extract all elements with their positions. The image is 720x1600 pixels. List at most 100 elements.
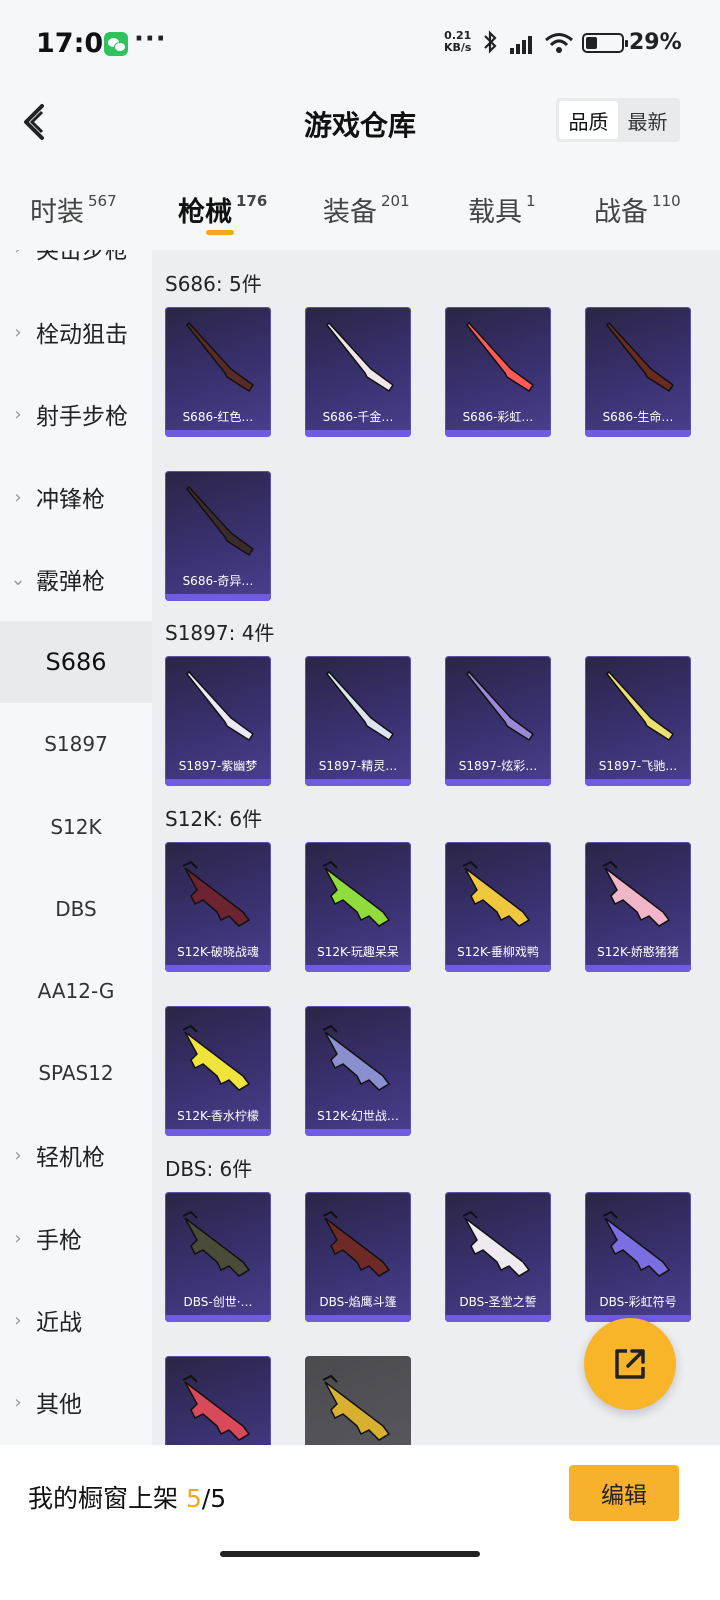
rarity-bar (585, 779, 691, 786)
tab-label: 载具 (468, 197, 522, 228)
rifle-icon (182, 1210, 251, 1277)
sidebar-item-label: 手枪 (36, 1228, 82, 1254)
sidebar-item-label: 近战 (36, 1310, 82, 1336)
sidebar-item-melee[interactable]: › 近战 (0, 1279, 152, 1361)
sidebar-subitem-aa12g[interactable]: AA12-G (0, 950, 152, 1032)
weapon-card-label: S12K-幻世战… (317, 1109, 399, 1123)
active-tab-indicator (206, 230, 234, 235)
tab-equipment[interactable]: 装备 201 (323, 190, 410, 229)
sidebar-subitem-s1897[interactable]: S1897 (0, 703, 152, 785)
sidebar-item-marksman-rifle[interactable]: › 射手步枪 (0, 373, 152, 455)
weapon-card[interactable]: DBS-创世·… (165, 1192, 271, 1322)
showcase-label: 我的橱窗上架 (28, 1484, 179, 1513)
sidebar-item-assault-rifle[interactable]: ›突击步枪 (0, 250, 152, 289)
weapon-card[interactable]: DBS-焰鹰斗篷 (305, 1192, 411, 1322)
weapon-card[interactable]: DBS-圣堂之誓 (445, 1192, 551, 1322)
weapon-card[interactable]: S686-彩虹… (445, 307, 551, 437)
weapon-card-label: S1897-精灵… (318, 759, 398, 773)
rarity-bar (165, 1129, 271, 1136)
sidebar-item-smg[interactable]: › 冲锋枪 (0, 456, 152, 538)
network-speed: 0.21 KB/s (444, 30, 471, 54)
sort-latest-button[interactable]: 最新 (618, 101, 677, 139)
weapon-card[interactable]: DBS-彩虹符号 (585, 1192, 691, 1322)
sidebar-item-shotgun[interactable]: ⌄ 霰弹枪 (0, 538, 152, 620)
sidebar-item-label: 霰弹枪 (36, 569, 105, 595)
weapon-card-label: DBS-创世·… (183, 1295, 253, 1309)
chevron-right-icon: › (14, 1391, 22, 1413)
weapon-grid: S686: 5件 S1897: 4件 S12K: 6件 DBS: 6件 S686… (152, 250, 720, 1445)
rifle-icon (462, 1210, 531, 1277)
sidebar-item-lmg[interactable]: › 轻机枪 (0, 1114, 152, 1196)
weapon-card[interactable] (165, 1356, 271, 1445)
tab-label: 战备 (594, 197, 648, 228)
rifle-icon (602, 860, 671, 927)
weapon-card-label: S12K-破晓战魂 (177, 945, 259, 959)
rarity-bar (165, 965, 271, 972)
rifle-icon (182, 860, 251, 927)
weapon-card[interactable]: S1897-紫幽梦 (165, 656, 271, 786)
showcase-total: /5 (201, 1484, 227, 1513)
battery-icon (582, 33, 628, 53)
weapon-card[interactable]: S12K-垂柳戏鸭 (445, 842, 551, 972)
weapon-card-label: S686-奇异… (182, 574, 254, 588)
sidebar-subitem-s12k[interactable]: S12K (0, 786, 152, 868)
weapon-card[interactable]: S686-红色… (165, 307, 271, 437)
weapon-card-label: S12K-垂柳戏鸭 (457, 945, 539, 959)
weapon-card[interactable]: S12K-破晓战魂 (165, 842, 271, 972)
weapon-card-label: DBS-彩虹符号 (599, 1295, 677, 1309)
rarity-bar (445, 430, 551, 437)
sidebar-subitem-dbs[interactable]: DBS (0, 868, 152, 950)
weapon-card[interactable] (305, 1356, 411, 1445)
weapon-card[interactable]: S686-生命… (585, 307, 691, 437)
weapon-card[interactable]: S686-千金… (305, 307, 411, 437)
rarity-bar (305, 1315, 411, 1322)
share-button[interactable] (584, 1318, 676, 1410)
weapon-card[interactable]: S12K-玩趣呆呆 (305, 842, 411, 972)
weapon-card[interactable]: S1897-精灵… (305, 656, 411, 786)
tab-count: 567 (88, 192, 117, 210)
network-speed-unit: KB/s (444, 41, 472, 54)
sort-quality-button[interactable]: 品质 (559, 101, 618, 139)
sidebar-subitem-spas12[interactable]: SPAS12 (0, 1032, 152, 1114)
tab-supplies[interactable]: 战备 110 (594, 190, 681, 229)
bluetooth-icon (482, 30, 498, 60)
tab-label: 枪械 (178, 197, 232, 228)
weapon-card-label: S1897-飞驰… (598, 759, 678, 773)
weapon-card[interactable]: S12K-娇憨猪猪 (585, 842, 691, 972)
weapon-card[interactable]: S1897-飞驰… (585, 656, 691, 786)
tab-vehicles[interactable]: 载具 1 (468, 190, 536, 229)
rarity-bar (445, 965, 551, 972)
rifle-icon (462, 860, 531, 927)
edit-button[interactable]: 编辑 (569, 1465, 679, 1521)
rarity-bar (445, 1315, 551, 1322)
sidebar-item-pistol[interactable]: › 手枪 (0, 1197, 152, 1279)
shotgun-icon (325, 670, 395, 742)
shotgun-icon (465, 670, 535, 742)
chevron-down-icon: ⌄ (10, 568, 26, 590)
weapon-card[interactable]: S1897-炫彩… (445, 656, 551, 786)
rifle-icon (322, 1210, 391, 1277)
wechat-notification-icon (104, 32, 128, 56)
sidebar-item-other[interactable]: › 其他 (0, 1361, 152, 1443)
sidebar-subitem-s686[interactable]: S686 (0, 621, 152, 703)
rarity-bar (305, 779, 411, 786)
weapon-card[interactable]: S12K-香水柠檬 (165, 1006, 271, 1136)
rifle-icon (182, 1024, 251, 1091)
tab-firearms[interactable]: 枪械 176 (178, 190, 267, 229)
chevron-right-icon: › (0, 250, 36, 259)
nav-bar: 游戏仓库 品质 最新 (0, 90, 720, 170)
rarity-bar (585, 965, 691, 972)
shotgun-icon (325, 321, 395, 393)
weapon-card-label: S686-生命… (602, 410, 674, 424)
rarity-bar (165, 779, 271, 786)
rarity-bar (445, 779, 551, 786)
weapon-card-label: S1897-紫幽梦 (178, 759, 258, 773)
tab-fashion[interactable]: 时装 567 (30, 190, 117, 229)
group-header-s686: S686: 5件 (165, 272, 262, 296)
weapon-card-label: S12K-香水柠檬 (177, 1109, 259, 1123)
weapon-card[interactable]: S12K-幻世战… (305, 1006, 411, 1136)
showcase-status: 我的橱窗上架 5/5 (28, 1479, 226, 1515)
status-bar: 17:01 ··· 0.21 KB/s 29% (0, 0, 720, 90)
weapon-card[interactable]: S686-奇异… (165, 471, 271, 601)
sidebar-item-bolt-sniper[interactable]: › 栓动狙击 (0, 291, 152, 373)
